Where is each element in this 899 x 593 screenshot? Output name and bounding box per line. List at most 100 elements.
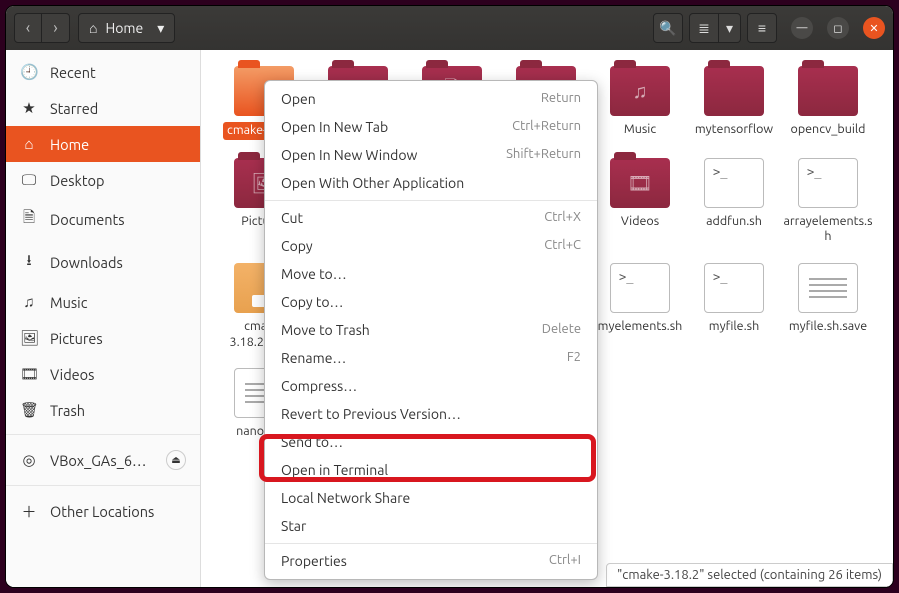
sidebar-icon: ⭳ (20, 250, 38, 275)
folder-icon (704, 66, 764, 116)
sidebar-item-home[interactable]: ⌂Home (6, 126, 200, 162)
menu-item[interactable]: Rename…F2 (265, 344, 597, 372)
file-label: myelements.sh (598, 319, 683, 335)
menu-item-label: Local Network Share (281, 490, 410, 506)
sidebar-item-label: Pictures (50, 330, 103, 347)
sidebar-item-videos[interactable]: 🎞Videos (6, 356, 200, 392)
menu-item[interactable]: Copy Ctrl+C (265, 232, 597, 260)
menu-item-label: Properties (281, 553, 347, 569)
menu-item-label: Cut (281, 210, 303, 226)
folder-icon: ♫ (610, 66, 670, 116)
menu-item[interactable]: Revert to Previous Version… (265, 400, 597, 428)
sidebar-icon: ⌂ (20, 135, 38, 153)
menu-item[interactable]: Local Network Share (265, 484, 597, 512)
sidebar-item-downloads[interactable]: ⭳Downloads (6, 241, 200, 284)
menu-item[interactable]: Send to… (265, 428, 597, 456)
script-icon: >_ (798, 158, 858, 208)
file-label: myfile.sh.save (789, 319, 867, 335)
menu-item[interactable]: Copy to… (265, 288, 597, 316)
sidebar-item-label: VBox_GAs_6… (50, 452, 146, 469)
menu-item[interactable]: Move to TrashDelete (265, 316, 597, 344)
sidebar-icon: 🗑 (20, 401, 38, 419)
sidebar-icon: 🖼 (20, 329, 38, 347)
sidebar-item-music[interactable]: ♫ Music (6, 284, 200, 320)
sidebar-other-locations[interactable]: ＋ Other Locations (6, 492, 200, 531)
menu-item-label: Compress… (281, 378, 357, 394)
menu-item-label: Copy (281, 238, 313, 254)
menu-item-shortcut: Ctrl+C (544, 238, 581, 254)
context-menu: OpenReturnOpen In New TabCtrl+ReturnOpen… (264, 80, 598, 580)
menu-item[interactable]: Star (265, 512, 597, 540)
sidebar-item-pictures[interactable]: 🖼 Pictures (6, 320, 200, 356)
sidebar-item-label: Desktop (50, 172, 104, 189)
sidebar-item-recent[interactable]: 🕘 Recent (6, 54, 200, 90)
menu-item[interactable]: Properties Ctrl+I (265, 547, 597, 575)
menu-item[interactable]: OpenReturn (265, 85, 597, 113)
window-close-button[interactable]: ✕ (863, 17, 885, 39)
status-bar: "cmake-3.18.2" selected (containing 26 i… (606, 563, 893, 587)
file-label: mytensorflow (695, 122, 773, 138)
menu-item-label: Copy to… (281, 294, 343, 310)
menu-item[interactable]: Open In New TabCtrl+Return (265, 113, 597, 141)
file-label: opencv_build (791, 122, 866, 138)
menu-item-shortcut: Ctrl+Return (512, 119, 581, 135)
sidebar-mount[interactable]: ◎ VBox_GAs_6… ⏏ (6, 441, 200, 479)
menu-item-label: Send to… (281, 434, 343, 450)
file-item[interactable]: myfile.sh.save (781, 263, 875, 350)
hamburger-menu-button[interactable]: ≡ (747, 13, 777, 43)
sidebar-item-label: Recent (50, 64, 96, 81)
sidebar: 🕘 Recent ★Starred⌂Home 🖵 Desktop 🗎 Documents ⭳D… (6, 50, 201, 587)
file-label: arrayelements.sh (783, 214, 873, 245)
plus-icon: ＋ (20, 501, 38, 522)
view-list-button[interactable]: ≣ (689, 13, 719, 43)
menu-item-shortcut: Shift+Return (506, 147, 581, 163)
menu-item[interactable]: Move to… (265, 260, 597, 288)
nav-back-button[interactable]: ‹ (14, 13, 42, 43)
file-item[interactable]: 🎞Videos (593, 158, 687, 245)
file-label: Music (624, 122, 656, 138)
disc-icon: ◎ (20, 451, 38, 469)
menu-item-label: Open In New Window (281, 147, 417, 163)
menu-item[interactable]: Open In New Window Shift+Return (265, 141, 597, 169)
file-item[interactable]: >_ myelements.sh (593, 263, 687, 350)
sidebar-icon: ★ (20, 99, 38, 117)
file-item[interactable]: >_myfile.sh (687, 263, 781, 350)
sidebar-item-label: Other Locations (50, 503, 154, 520)
view-options-button[interactable]: ▾ (719, 13, 741, 43)
file-item[interactable]: mytensorflow (687, 66, 781, 140)
sidebar-icon: 🗎 (20, 207, 38, 232)
menu-item[interactable]: CutCtrl+X (265, 204, 597, 232)
menu-item[interactable]: Open in Terminal (265, 456, 597, 484)
menu-item[interactable]: Open With Other Application (265, 169, 597, 197)
menu-item[interactable]: Compress… (265, 372, 597, 400)
search-button[interactable]: 🔍 (653, 13, 683, 43)
sidebar-item-label: Documents (50, 211, 125, 228)
script-icon: >_ (610, 263, 670, 313)
sidebar-icon: 🖵 (20, 171, 38, 189)
text-file-icon (798, 263, 858, 313)
sidebar-item-desktop[interactable]: 🖵 Desktop (6, 162, 200, 198)
window-minimize-button[interactable]: — (791, 17, 813, 39)
sidebar-item-documents[interactable]: 🗎 Documents (6, 198, 200, 241)
script-icon: >_ (704, 158, 764, 208)
folder-icon: 🎞 (610, 158, 670, 208)
path-bar[interactable]: ⌂ Home ▾ (78, 13, 175, 43)
path-label: Home (105, 20, 143, 36)
sidebar-icon: 🕘 (20, 63, 38, 81)
sidebar-item-trash[interactable]: 🗑Trash (6, 392, 200, 428)
window-maximize-button[interactable]: ◻ (827, 17, 849, 39)
menu-item-label: Move to… (281, 266, 347, 282)
sidebar-item-starred[interactable]: ★Starred (6, 90, 200, 126)
sidebar-icon: ♫ (20, 293, 38, 311)
menu-item-shortcut: Return (541, 91, 581, 107)
nav-forward-button[interactable]: › (42, 13, 70, 43)
menu-item-label: Open in Terminal (281, 462, 388, 478)
file-item[interactable]: ♫ Music (593, 66, 687, 140)
file-item[interactable]: >_addfun.sh (687, 158, 781, 245)
eject-icon[interactable]: ⏏ (166, 450, 186, 470)
menu-item-shortcut: Ctrl+I (549, 553, 581, 569)
file-item[interactable]: >_ arrayelements.sh (781, 158, 875, 245)
file-item[interactable]: opencv_build (781, 66, 875, 140)
menu-item-label: Star (281, 518, 306, 534)
sidebar-item-label: Music (50, 294, 87, 311)
